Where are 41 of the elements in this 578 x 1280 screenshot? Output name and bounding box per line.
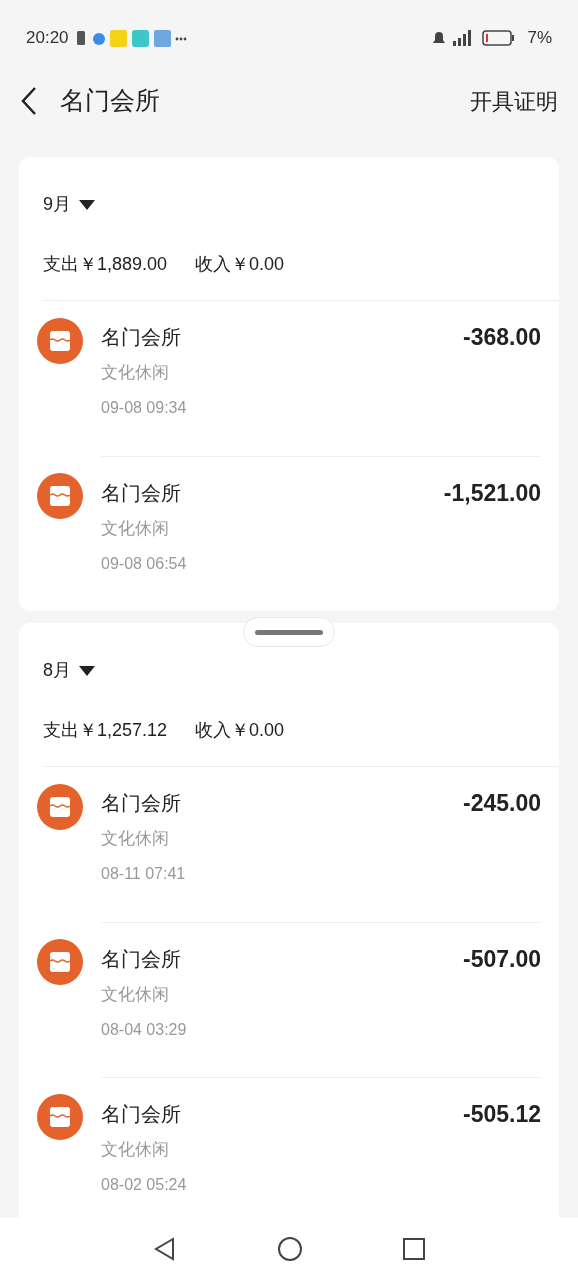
store-icon [37, 473, 83, 519]
merchant-name: 名门会所 [101, 947, 182, 972]
recents-icon[interactable] [403, 1238, 425, 1260]
transaction-time: 08-11 07:41 [101, 864, 186, 884]
caret-icon [79, 665, 95, 676]
merchant-name: 名门会所 [101, 1102, 182, 1127]
drag-handle[interactable] [243, 617, 335, 647]
merchant-name: 名门会所 [101, 791, 182, 816]
category-label: 文化休闲 [101, 362, 170, 384]
status-time: 20:20 [26, 26, 69, 49]
category-label: 文化休闲 [101, 984, 170, 1006]
month-selector[interactable]: 9月 [43, 157, 95, 218]
store-icon [37, 784, 83, 830]
certificate-link[interactable]: 开具证明 [470, 84, 558, 118]
back-icon[interactable] [153, 1237, 177, 1261]
expense-summary: 支出￥1,889.00 [43, 253, 168, 276]
category-label: 文化休闲 [101, 518, 170, 540]
expense-summary: 支出￥1,257.12 [43, 719, 168, 742]
merchant-name: 名门会所 [101, 481, 182, 506]
store-icon [37, 318, 83, 364]
category-label: 文化休闲 [101, 828, 170, 850]
amount: -245.00 [463, 789, 541, 818]
amount: -1,521.00 [443, 479, 541, 508]
amount: -507.00 [463, 945, 541, 974]
store-icon [37, 939, 83, 985]
category-label: 文化休闲 [101, 1139, 170, 1161]
income-summary: 收入￥0.00 [195, 253, 285, 276]
battery-percent: 7% [527, 26, 552, 49]
transaction-time: 08-02 05:24 [101, 1175, 187, 1195]
month-selector[interactable]: 8月 [43, 623, 95, 684]
caret-icon [79, 199, 95, 210]
amount: -368.00 [463, 323, 541, 352]
transaction-time: 09-08 09:34 [101, 398, 187, 418]
income-summary: 收入￥0.00 [195, 719, 285, 742]
home-icon[interactable] [277, 1236, 303, 1262]
store-icon [37, 1094, 83, 1140]
amount: -505.12 [463, 1100, 541, 1129]
merchant-name: 名门会所 [101, 325, 182, 350]
transaction-time: 09-08 06:54 [101, 554, 187, 574]
page-title: 名门会所 [60, 85, 160, 117]
transaction-time: 08-04 03:29 [101, 1020, 187, 1040]
